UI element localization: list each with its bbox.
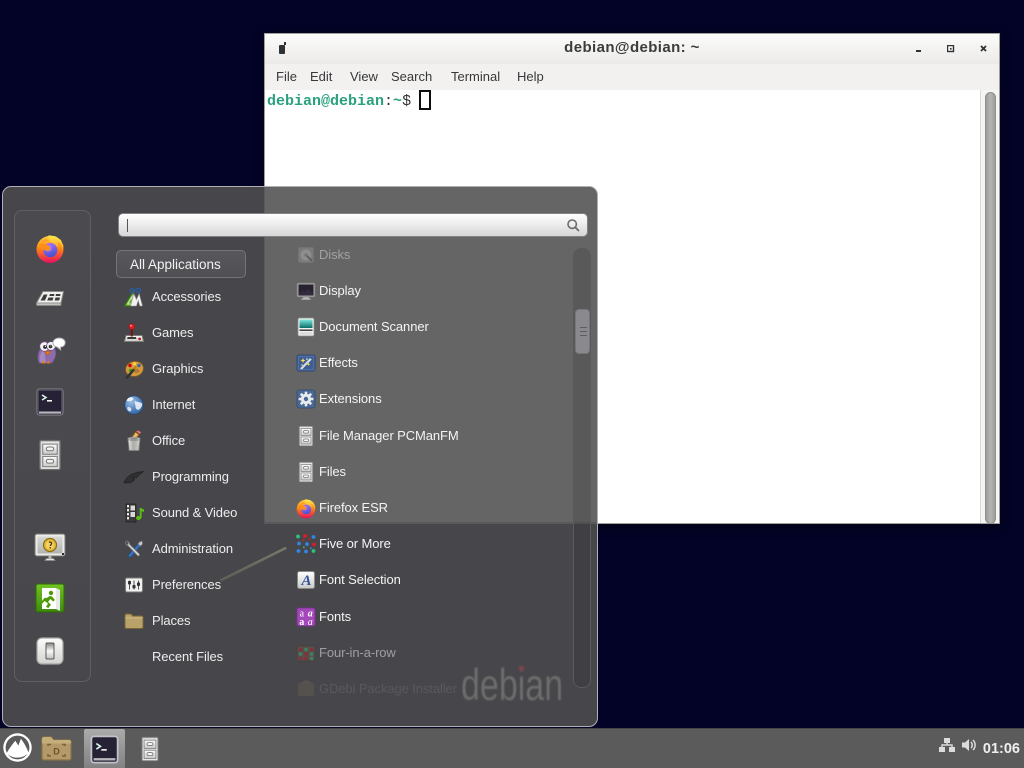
svg-text:a: a [299, 617, 304, 628]
svg-text:D: D [53, 747, 60, 757]
svg-text:A: A [300, 573, 311, 589]
svg-text:a: a [308, 617, 313, 628]
